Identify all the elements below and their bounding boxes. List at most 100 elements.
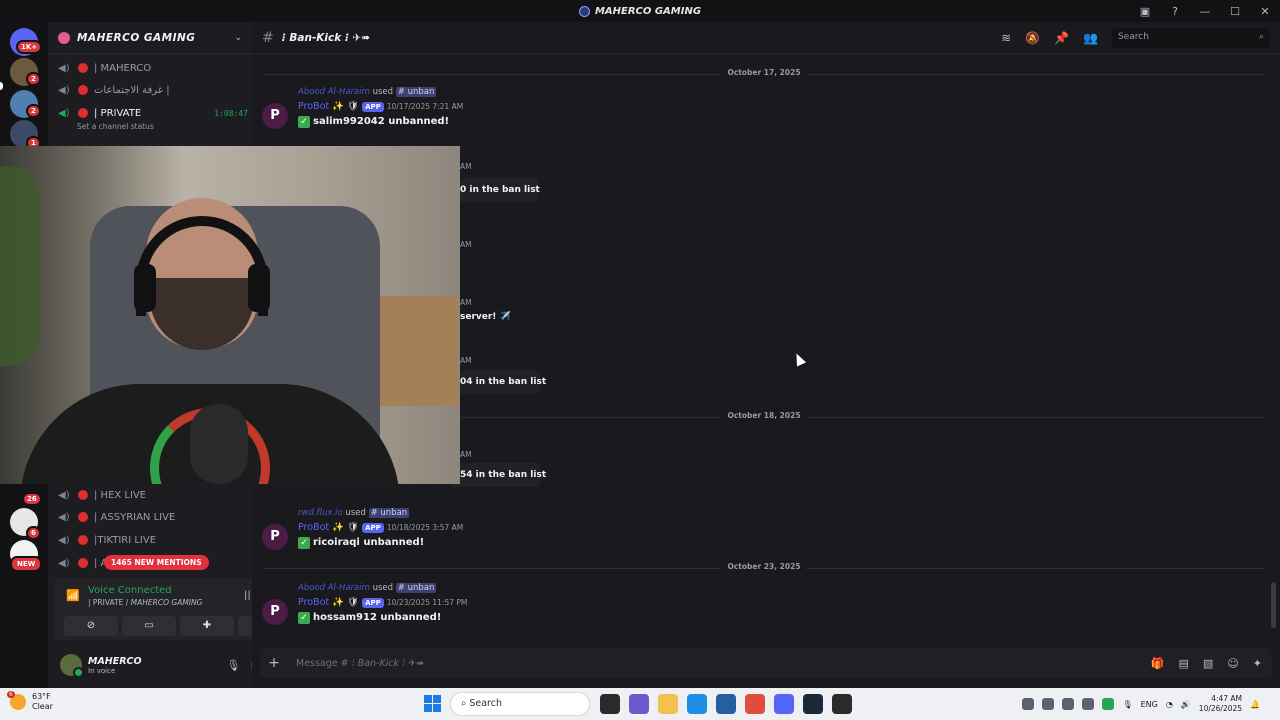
- status-dot: [78, 490, 88, 500]
- edge-icon[interactable]: [687, 694, 707, 714]
- search-input[interactable]: Search ⌕: [1112, 27, 1270, 48]
- interaction-reply[interactable]: Abood Al-Haraim used # unban: [298, 87, 437, 97]
- tray-app-icon[interactable]: [1062, 698, 1075, 710]
- tray-app-icon[interactable]: [1082, 698, 1095, 710]
- signal-icon[interactable]: 📶: [66, 589, 80, 602]
- guild-header[interactable]: MAHERCO GAMING ⌄: [48, 22, 252, 54]
- channel-header: # ⁝ Ban-Kick ⁝ ✈➠ ≋ 🔕 📌 👥 Search ⌕: [252, 22, 1280, 54]
- voice-channel[interactable]: ◀) | HEX LIVE: [58, 486, 248, 504]
- timestamp: AM: [460, 356, 472, 365]
- new-badge: NEW: [10, 556, 43, 572]
- activities-button[interactable]: ✚: [180, 616, 234, 636]
- language-indicator[interactable]: ENG: [1141, 700, 1158, 709]
- minimize-button[interactable]: —: [1190, 5, 1220, 18]
- timestamp: 10/17/2025 7:21 AM: [386, 102, 464, 111]
- reply-user[interactable]: Abood Al-Haraim: [298, 583, 370, 593]
- message-text: 04 in the ban list: [460, 377, 547, 387]
- reply-used: used: [372, 583, 394, 593]
- avatar[interactable]: [60, 654, 84, 678]
- weather-badge: 6: [7, 691, 15, 698]
- bot-name[interactable]: ProBot: [298, 597, 329, 608]
- microphone-icon[interactable]: 🎙: [1122, 700, 1132, 709]
- store-icon[interactable]: [716, 694, 736, 714]
- bot-name[interactable]: ProBot: [298, 522, 329, 533]
- gift-icon[interactable]: 🎁: [1151, 657, 1165, 670]
- bot-name[interactable]: ProBot: [298, 101, 329, 112]
- chevron-down-icon[interactable]: ⌄: [234, 33, 242, 43]
- pin-icon[interactable]: 📌: [1054, 31, 1069, 45]
- server-badge: 26: [22, 492, 42, 506]
- camera-button[interactable]: ⊘: [64, 616, 118, 636]
- add-attachment-icon[interactable]: +: [260, 655, 288, 671]
- command-mention[interactable]: # unban: [395, 583, 437, 593]
- check-icon: ✓: [298, 116, 310, 128]
- close-button[interactable]: ✕: [1250, 5, 1280, 18]
- help-icon[interactable]: ?: [1160, 5, 1190, 18]
- timestamp: AM: [460, 298, 472, 307]
- interaction-reply[interactable]: Abood Al-Haraim used # unban: [298, 583, 437, 593]
- copilot-icon[interactable]: [629, 694, 649, 714]
- tray-app-icon[interactable]: [1042, 698, 1055, 710]
- notifications-icon[interactable]: 🔔: [1250, 700, 1260, 709]
- voice-channel-active[interactable]: ◀) | PRIVATE 1:08:47: [58, 104, 248, 122]
- steam-icon[interactable]: [803, 694, 823, 714]
- bot-avatar[interactable]: P: [262, 599, 288, 625]
- clock[interactable]: 4:47 AM 10/26/2025: [1199, 694, 1242, 714]
- app-tag: APP: [362, 598, 384, 608]
- speaker-icon: ◀): [58, 107, 70, 119]
- apps-icon[interactable]: ✦: [1253, 657, 1262, 670]
- reply-user[interactable]: Abood Al-Haraim: [298, 87, 370, 97]
- sticker-icon[interactable]: ▧: [1203, 657, 1213, 670]
- voice-connected-label[interactable]: Voice Connected: [88, 585, 172, 596]
- message-text: hossam912 unbanned!: [313, 612, 442, 623]
- headphone-cup: [248, 264, 270, 312]
- chrome-icon[interactable]: [745, 694, 765, 714]
- members-icon[interactable]: 👥: [1083, 31, 1098, 45]
- tray-app-icon[interactable]: [1102, 698, 1115, 710]
- volume-icon[interactable]: 🔊: [1181, 700, 1191, 709]
- microphone-icon[interactable]: 🎙: [226, 659, 240, 672]
- message-composer[interactable]: + Message # ⁝ Ban-Kick ⁝ ✈➠ 🎁 ▤ ▧ ☺ ✦: [260, 648, 1272, 678]
- date-divider: October 17, 2025: [264, 68, 1264, 77]
- headphone-cup: [134, 264, 156, 312]
- search-icon: ⌕: [1258, 31, 1264, 42]
- voice-channel[interactable]: ◀) |TIKTIRI LIVE: [58, 531, 248, 549]
- scrollbar[interactable]: [1271, 582, 1276, 628]
- maximize-button[interactable]: ☐: [1220, 5, 1250, 18]
- new-mentions-pill[interactable]: 1465 NEW MENTIONS: [104, 555, 209, 570]
- message-input[interactable]: Message # ⁝ Ban-Kick ⁝ ✈➠: [296, 658, 424, 669]
- tray-app-icon[interactable]: [1022, 698, 1035, 710]
- speaker-icon: ◀): [58, 534, 70, 546]
- interaction-reply[interactable]: rwd.flux.io used # unban: [298, 508, 410, 518]
- file-explorer-icon[interactable]: [658, 694, 678, 714]
- message-text: 0 in the ban list: [460, 185, 540, 195]
- weather-widget[interactable]: 6 63°F Clear: [7, 691, 53, 712]
- taskbar-search[interactable]: ⌕ Search: [450, 692, 590, 716]
- voice-channel-path: | PRIVATE / MAHERCO GAMING: [88, 598, 202, 607]
- gif-icon[interactable]: ▤: [1179, 657, 1189, 670]
- inbox-icon[interactable]: ▣: [1130, 5, 1160, 18]
- notifications-icon[interactable]: 🔕: [1025, 31, 1040, 45]
- bot-avatar[interactable]: P: [262, 524, 288, 550]
- discord-icon[interactable]: [774, 694, 794, 714]
- screen-share-button[interactable]: ▭: [122, 616, 176, 636]
- channel-status-link[interactable]: Set a channel status: [77, 122, 154, 131]
- speaker-icon: ◀): [58, 511, 70, 523]
- speaker-icon: ◀): [58, 62, 70, 74]
- bot-avatar[interactable]: P: [262, 103, 288, 129]
- user-name: MAHERCO: [88, 655, 142, 667]
- wifi-icon[interactable]: ◔: [1166, 700, 1173, 709]
- epic-games-icon[interactable]: [832, 694, 852, 714]
- voice-channel[interactable]: ◀) | MAHERCO: [58, 59, 248, 77]
- voice-channel[interactable]: ◀) غرفة الاجتماعات |: [58, 81, 248, 99]
- task-view-icon[interactable]: [600, 694, 620, 714]
- start-button[interactable]: [424, 695, 441, 712]
- timestamp: AM: [460, 162, 472, 171]
- command-mention[interactable]: # unban: [368, 508, 410, 518]
- command-mention[interactable]: # unban: [395, 87, 437, 97]
- emoji-icon[interactable]: ☺: [1227, 657, 1238, 670]
- reply-user[interactable]: rwd.flux.io: [298, 508, 343, 518]
- voice-channel[interactable]: ◀) | ASSYRIAN LIVE: [58, 508, 248, 526]
- threads-icon[interactable]: ≋: [1001, 31, 1011, 45]
- check-icon: ✓: [298, 612, 310, 624]
